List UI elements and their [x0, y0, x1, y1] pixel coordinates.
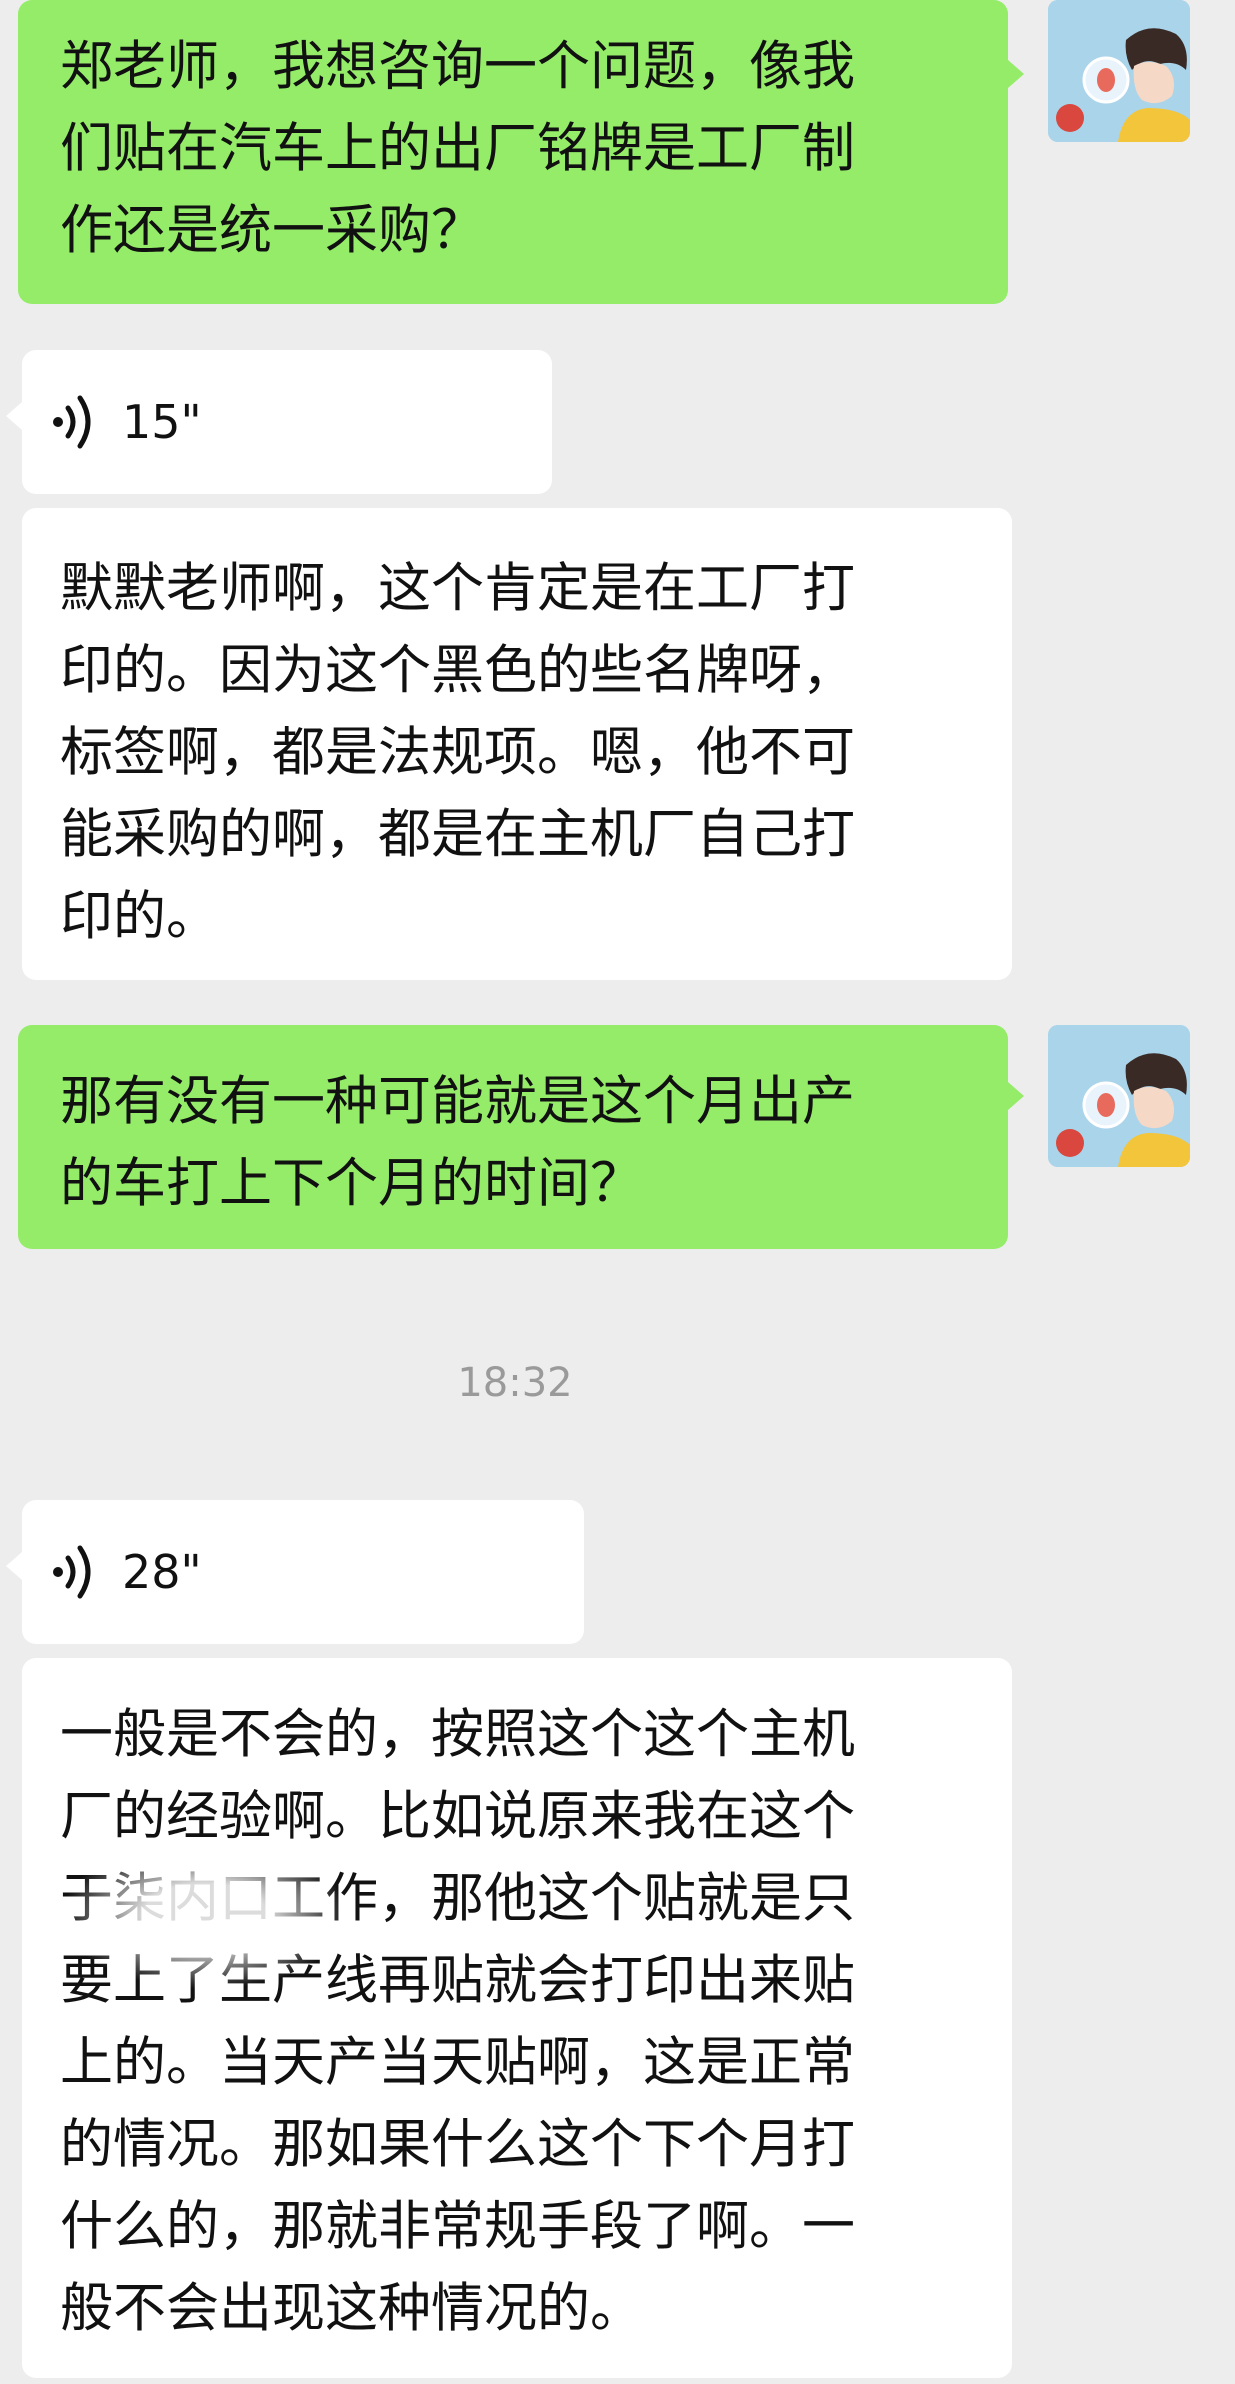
bubble-tail	[1008, 1082, 1024, 1110]
message-text: 标签啊，都是法规项。嗯，他不可	[60, 722, 855, 783]
message-text: 于柒内口工作，那他这个贴就是只	[60, 1868, 855, 1929]
message-text: 什么的，那就非常规手段了啊。一	[60, 2196, 855, 2257]
message-text: 般不会出现这种情况的。	[60, 2278, 643, 2339]
message-text: 要上了生产线再贴就会打印出来贴	[60, 1950, 855, 2011]
message-timestamp: 18:32	[457, 1360, 573, 1406]
message-text: 的车打上下个月的时间？	[60, 1153, 643, 1214]
voice-wave-icon	[53, 395, 91, 449]
bubble-tail	[6, 402, 22, 430]
message-text: 一般是不会的，按照这个这个主机	[60, 1704, 855, 1765]
message-text: 作还是统一采购？	[60, 200, 484, 261]
message-bubble-incoming[interactable]: 一般是不会的，按照这个这个主机 厂的经验啊。比如说原来我在这个 于柒内口工作，那…	[22, 1658, 1012, 2378]
message-bubble-outgoing[interactable]: 郑老师，我想咨询一个问题，像我 们贴在汽车上的出厂铭牌是工厂制 作还是统一采购？	[18, 0, 1008, 304]
voice-duration: 15"	[122, 395, 202, 449]
message-text: 们贴在汽车上的出厂铭牌是工厂制	[60, 118, 855, 179]
bubble-tail	[6, 1552, 22, 1580]
message-text: 上的。当天产当天贴啊，这是正常	[60, 2032, 855, 2093]
message-text: 印的。因为这个黑色的些名牌呀，	[60, 640, 855, 701]
voice-wave-icon	[53, 1545, 91, 1599]
message-text: 那有没有一种可能就是这个月出产	[60, 1071, 855, 1132]
message-text: 默默老师啊，这个肯定是在工厂打	[60, 558, 855, 619]
voice-message-content: 15"	[52, 392, 202, 452]
avatar-icon	[1048, 0, 1190, 142]
voice-duration: 28"	[122, 1545, 202, 1599]
message-bubble-outgoing[interactable]: 那有没有一种可能就是这个月出产 的车打上下个月的时间？	[18, 1025, 1008, 1249]
message-text: 印的。	[60, 886, 219, 947]
my-avatar[interactable]	[1048, 1025, 1190, 1167]
message-bubble-incoming[interactable]: 默默老师啊，这个肯定是在工厂打 印的。因为这个黑色的些名牌呀， 标签啊，都是法规…	[22, 508, 1012, 980]
message-text: 的情况。那如果什么这个下个月打	[60, 2114, 855, 2175]
message-text: 能采购的啊，都是在主机厂自己打	[60, 804, 855, 865]
my-avatar[interactable]	[1048, 0, 1190, 142]
voice-message-content: 28"	[52, 1542, 202, 1602]
message-text: 郑老师，我想咨询一个问题，像我	[60, 36, 855, 97]
message-text: 厂的经验啊。比如说原来我在这个	[60, 1786, 855, 1847]
bubble-tail	[1008, 60, 1024, 88]
avatar-icon	[1048, 1025, 1190, 1167]
